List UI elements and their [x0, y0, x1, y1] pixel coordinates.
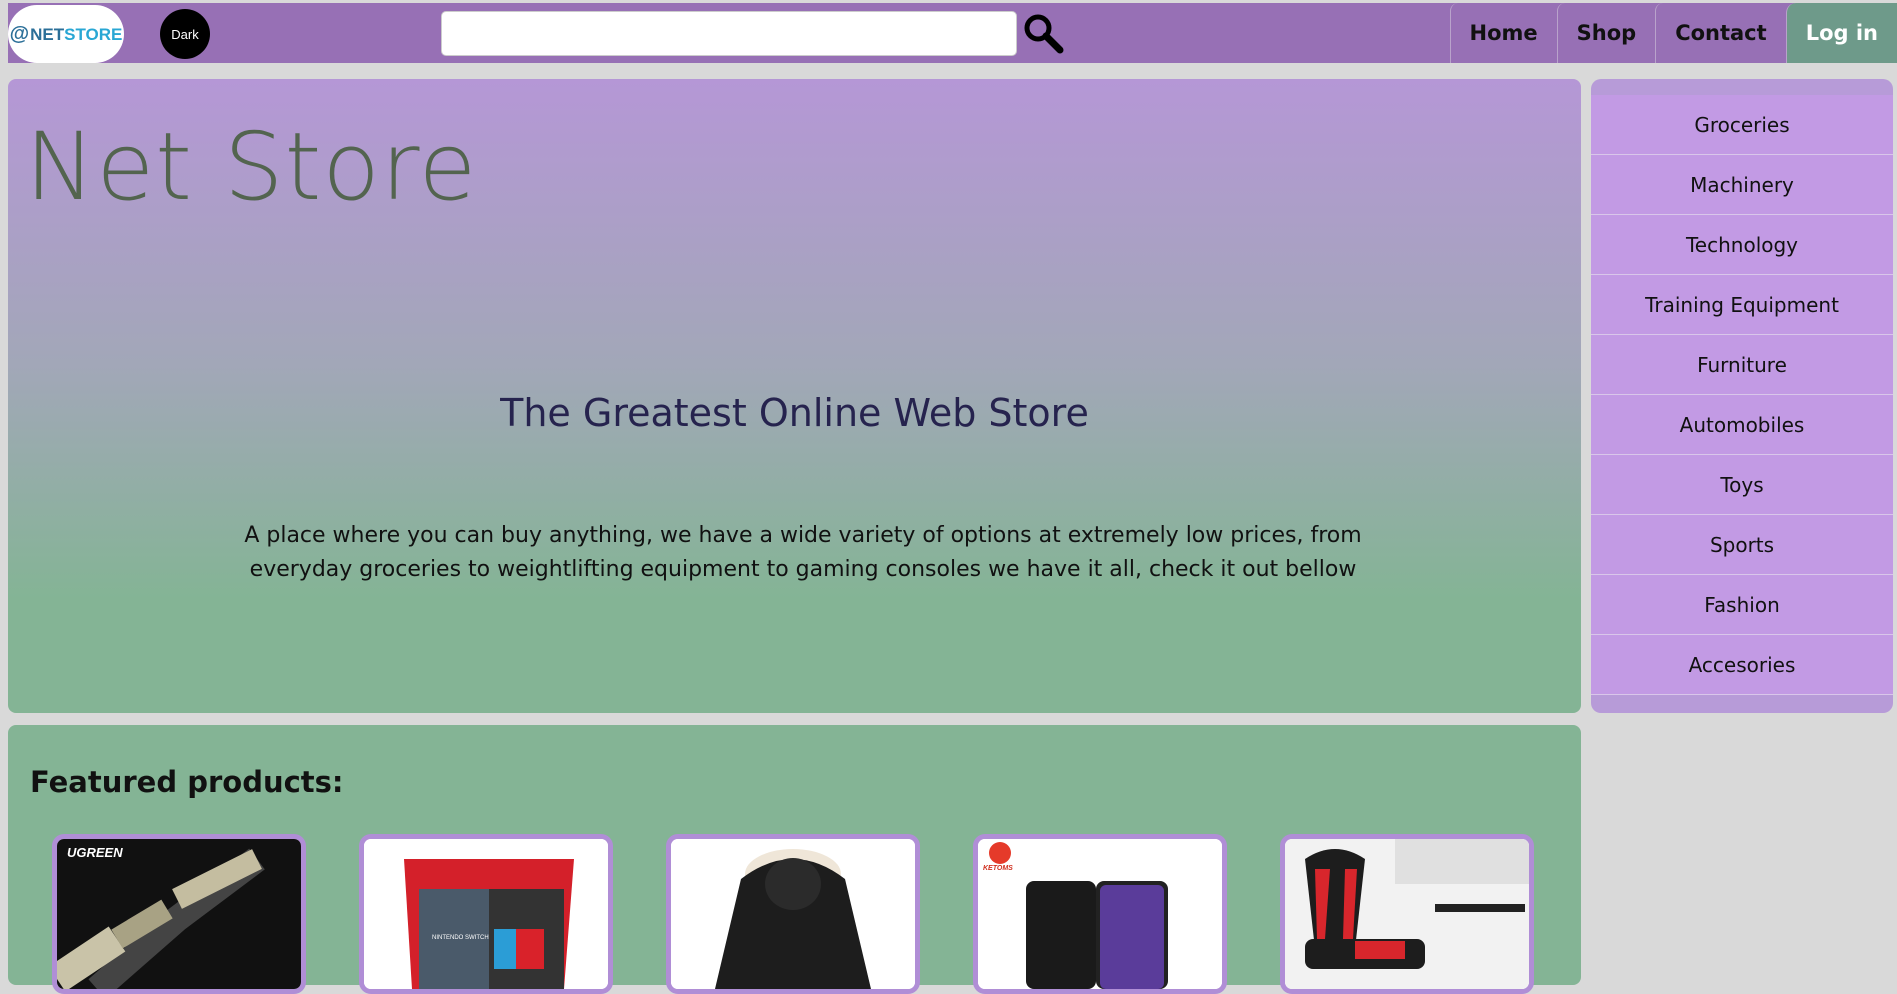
category-groceries[interactable]: Groceries: [1591, 95, 1893, 155]
category-toys[interactable]: Toys: [1591, 455, 1893, 515]
category-fashion[interactable]: Fashion: [1591, 575, 1893, 635]
featured-section: Featured products: UGREEN NINTENDO SWITC…: [8, 725, 1581, 985]
nintendo-switch-image: NINTENDO SWITCH: [364, 839, 608, 989]
logo-at-symbol: @: [10, 23, 30, 45]
dark-mode-button[interactable]: Dark: [160, 9, 210, 59]
category-sports[interactable]: Sports: [1591, 515, 1893, 575]
nav-home[interactable]: Home: [1450, 3, 1557, 63]
featured-title: Featured products:: [30, 765, 344, 799]
ugreen-brand-text: UGREEN: [67, 845, 123, 860]
nav-shop[interactable]: Shop: [1557, 3, 1656, 63]
category-furniture[interactable]: Furniture: [1591, 335, 1893, 395]
product-card-gaming-chair[interactable]: [1280, 834, 1534, 994]
product-card-nintendo-switch[interactable]: NINTENDO SWITCH: [359, 834, 613, 994]
logo-store-text: STORE: [64, 25, 122, 44]
category-sidebar: Groceries Machinery Technology Training …: [1591, 79, 1893, 713]
gaming-chair-image: [1285, 839, 1529, 989]
search-icon[interactable]: [1020, 10, 1068, 58]
product-card-hdmi-cable[interactable]: UGREEN: [52, 834, 306, 994]
hero-banner: Net Store The Greatest Online Web Store …: [8, 79, 1581, 713]
smartphone-image: KETOMS: [978, 839, 1222, 989]
top-navbar: @NETSTORE Dark Home Shop Contact Log in: [8, 3, 1897, 63]
hero-subtitle: The Greatest Online Web Store: [8, 391, 1581, 435]
ketoms-brand-text: KETOMS: [983, 865, 1013, 872]
category-automobiles[interactable]: Automobiles: [1591, 395, 1893, 455]
category-machinery[interactable]: Machinery: [1591, 155, 1893, 215]
hero-description: A place where you can buy anything, we h…: [218, 519, 1388, 587]
nav-links: Home Shop Contact Log in: [1450, 3, 1897, 63]
category-technology[interactable]: Technology: [1591, 215, 1893, 275]
category-accesories[interactable]: Accesories: [1591, 635, 1893, 695]
nav-login[interactable]: Log in: [1786, 3, 1897, 63]
product-card-winter-jacket[interactable]: [666, 834, 920, 994]
switch-brand-text: NINTENDO SWITCH: [432, 935, 489, 941]
hero-title: Net Store: [25, 113, 477, 222]
winter-jacket-image: [671, 839, 915, 989]
product-card-smartphone[interactable]: KETOMS: [973, 834, 1227, 994]
hdmi-cable-image: UGREEN: [57, 839, 301, 989]
nav-contact[interactable]: Contact: [1655, 3, 1786, 63]
search-input[interactable]: [441, 11, 1017, 56]
logo-net-text: NET: [30, 25, 64, 44]
netstore-logo[interactable]: @NETSTORE: [8, 5, 124, 63]
category-training-equipment[interactable]: Training Equipment: [1591, 275, 1893, 335]
